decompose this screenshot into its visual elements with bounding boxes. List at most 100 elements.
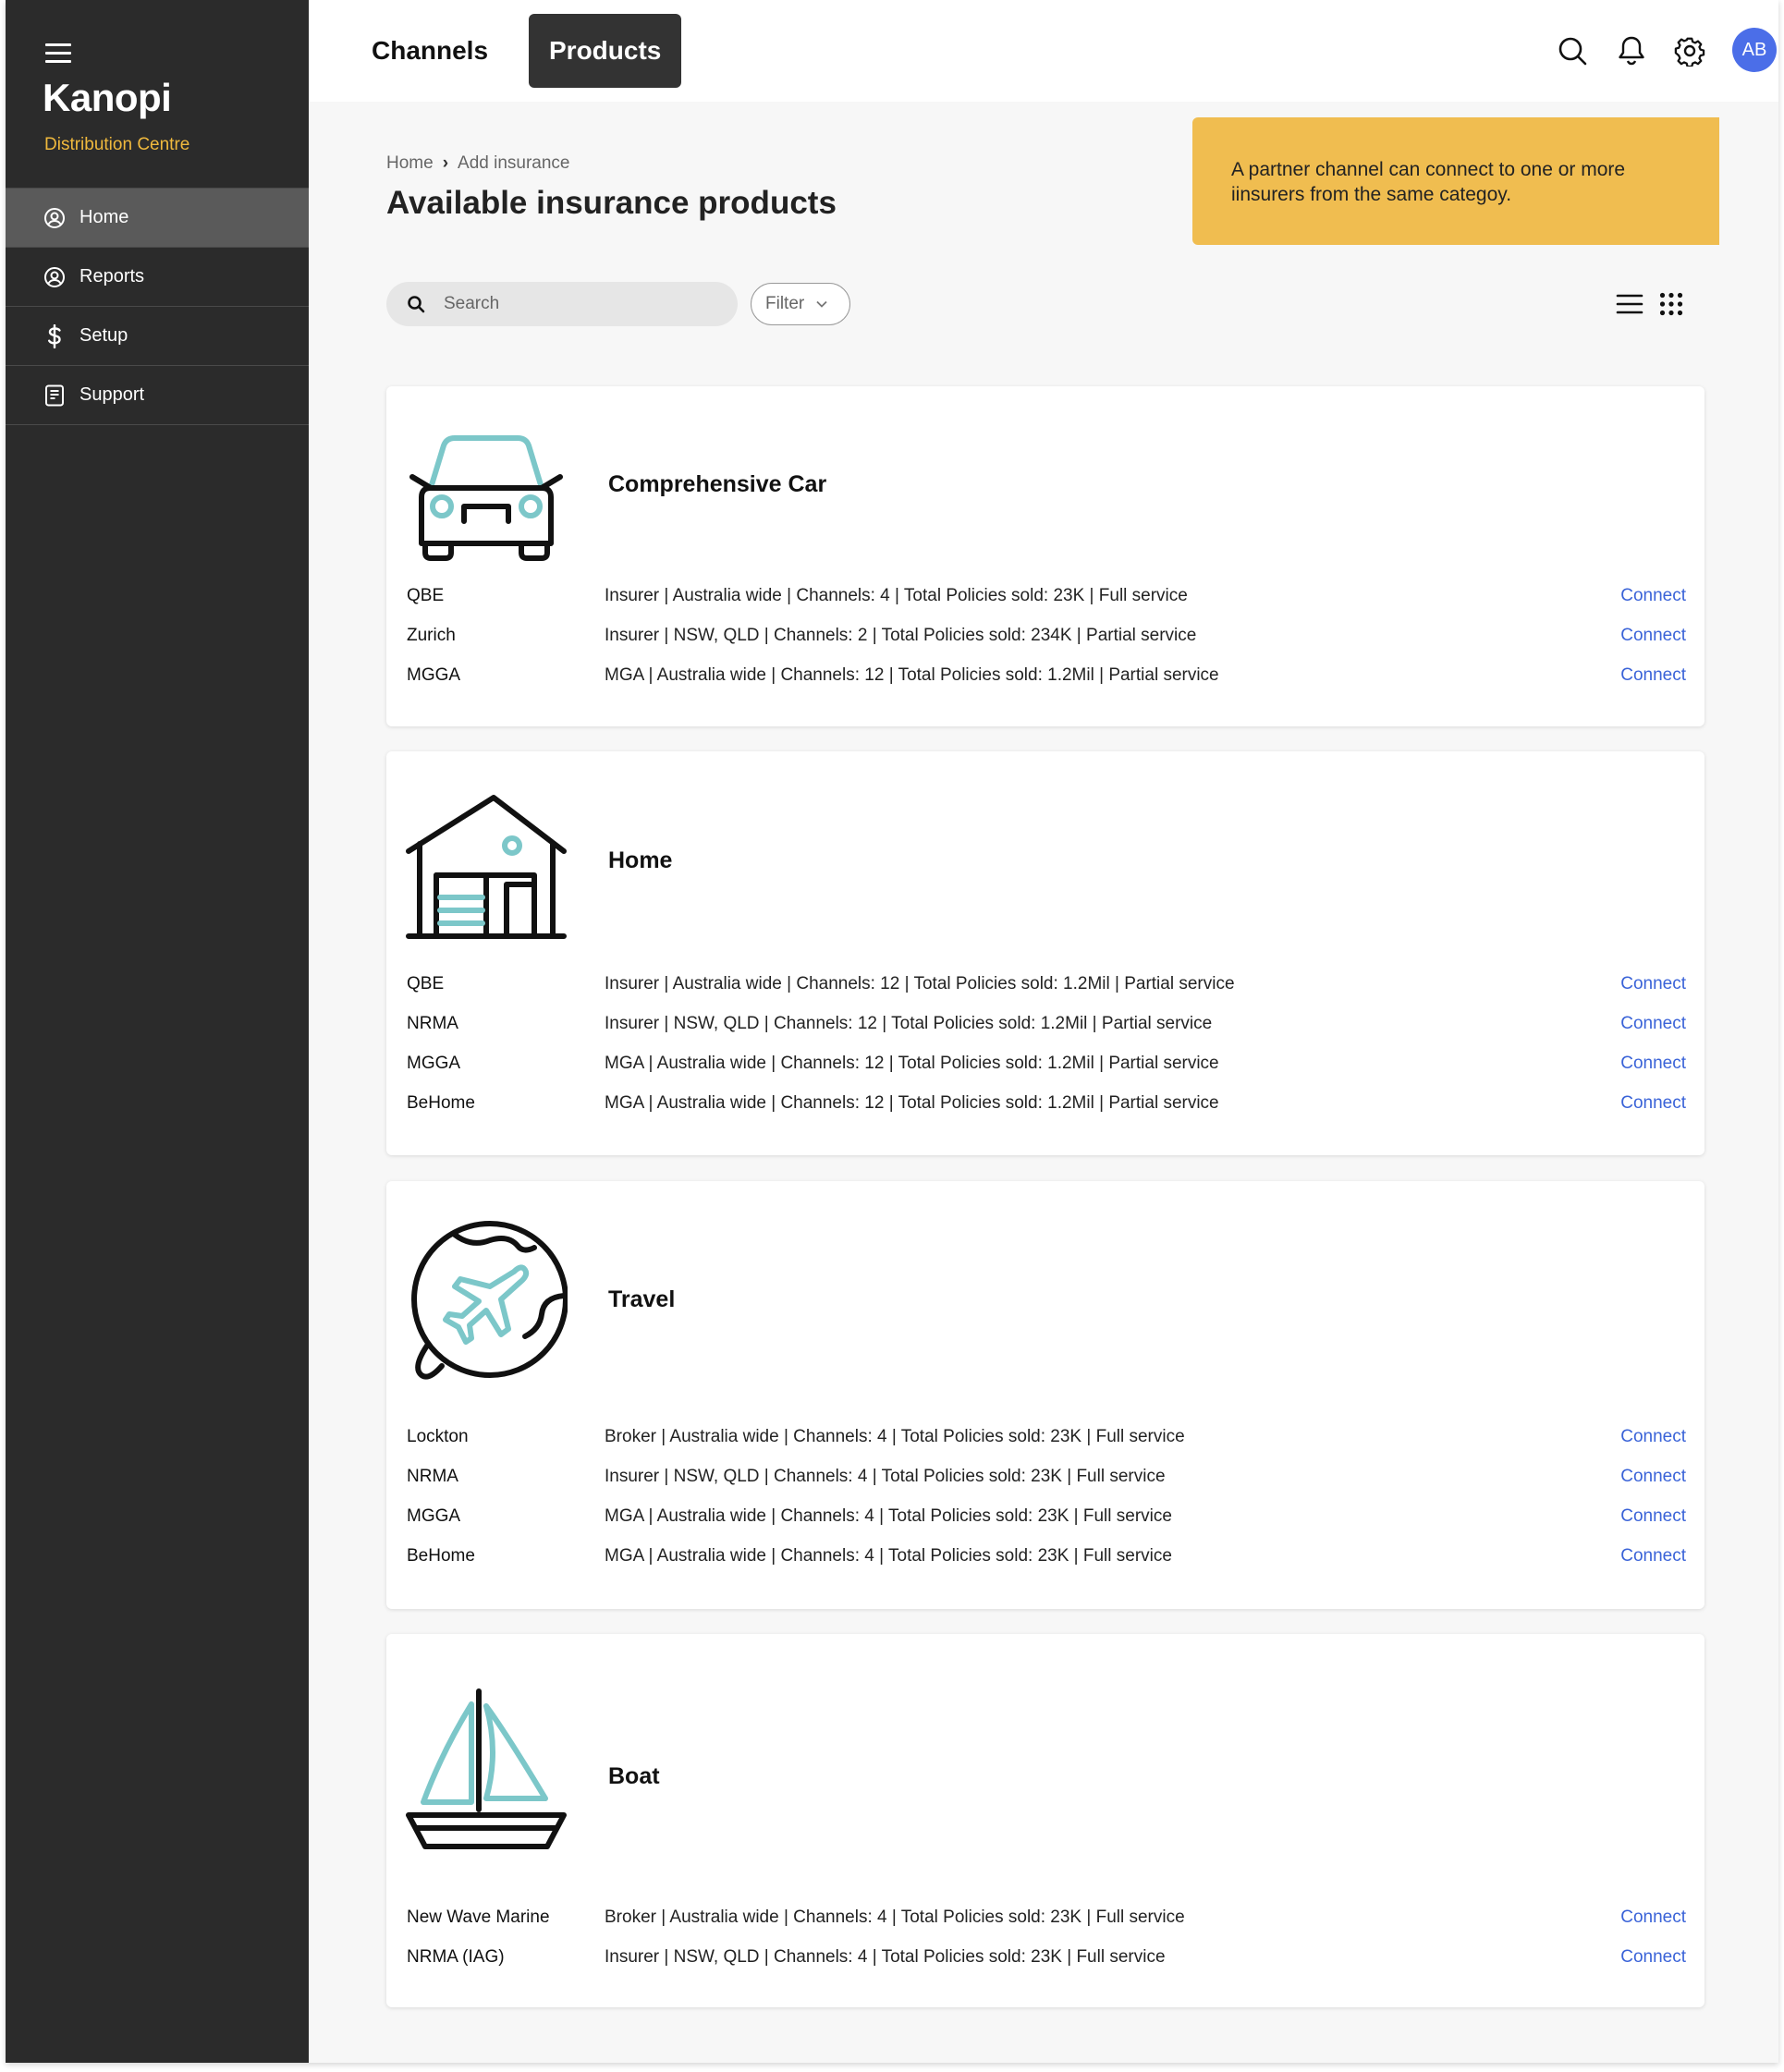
tab-channels[interactable]: Channels bbox=[359, 14, 501, 88]
gear-icon[interactable] bbox=[1674, 35, 1705, 67]
connect-link[interactable]: Connect bbox=[1620, 665, 1686, 686]
insurer-name: NRMA bbox=[407, 1467, 458, 1486]
table-row: QBE Insurer | Australia wide | Channels:… bbox=[407, 577, 1686, 616]
search-icon bbox=[408, 296, 425, 313]
connect-link[interactable]: Connect bbox=[1620, 1947, 1686, 1968]
insurer-details: Insurer | NSW, QLD | Channels: 4 | Total… bbox=[605, 1947, 1166, 1967]
sailboat-icon bbox=[406, 1688, 567, 1849]
sidebar-item-label: Home bbox=[79, 207, 129, 227]
insurer-name: BeHome bbox=[407, 1093, 475, 1113]
breadcrumb-home-link[interactable]: Home bbox=[386, 153, 434, 174]
table-row: Zurich Insurer | NSW, QLD | Channels: 2 … bbox=[407, 616, 1686, 655]
user-circle-icon bbox=[43, 206, 67, 230]
insurer-name: NRMA bbox=[407, 1014, 458, 1033]
insurer-details: Broker | Australia wide | Channels: 4 | … bbox=[605, 1427, 1185, 1446]
insurer-name: BeHome bbox=[407, 1546, 475, 1566]
sidebar-item-label: Reports bbox=[79, 266, 145, 286]
sidebar-nav: Home Reports Setup Support bbox=[6, 188, 309, 425]
filter-dropdown[interactable]: Filter bbox=[751, 283, 850, 325]
menu-icon[interactable] bbox=[45, 43, 71, 64]
sidebar-item-label: Support bbox=[79, 384, 145, 405]
list-view-icon[interactable] bbox=[1616, 292, 1643, 316]
sidebar-item-reports[interactable]: Reports bbox=[6, 248, 309, 307]
insurer-details: MGA | Australia wide | Channels: 12 | To… bbox=[605, 665, 1219, 685]
insurer-details: Insurer | Australia wide | Channels: 12 … bbox=[605, 974, 1235, 993]
dollar-icon bbox=[43, 323, 67, 348]
insurer-details: Insurer | NSW, QLD | Channels: 4 | Total… bbox=[605, 1467, 1166, 1486]
house-icon bbox=[406, 795, 567, 939]
table-row: MGGA MGA | Australia wide | Channels: 12… bbox=[407, 656, 1686, 695]
table-row: Lockton Broker | Australia wide | Channe… bbox=[407, 1418, 1686, 1456]
globe-plane-icon bbox=[411, 1221, 568, 1380]
connect-link[interactable]: Connect bbox=[1620, 1427, 1686, 1447]
connect-link[interactable]: Connect bbox=[1620, 1506, 1686, 1527]
table-row: New Wave Marine Broker | Australia wide … bbox=[407, 1898, 1686, 1937]
product-card-home: Home QBE Insurer | Australia wide | Chan… bbox=[386, 751, 1705, 1155]
table-row: MGGA MGA | Australia wide | Channels: 12… bbox=[407, 1044, 1686, 1083]
connect-link[interactable]: Connect bbox=[1620, 1907, 1686, 1928]
top-bar: Channels Products AB bbox=[309, 0, 1778, 102]
chevron-right-icon: › bbox=[442, 153, 449, 173]
sidebar-item-support[interactable]: Support bbox=[6, 366, 309, 425]
sidebar-item-home[interactable]: Home bbox=[6, 189, 309, 248]
product-card-travel: Travel Lockton Broker | Australia wide |… bbox=[386, 1181, 1705, 1609]
tab-products[interactable]: Products bbox=[529, 14, 682, 88]
car-icon bbox=[409, 435, 563, 561]
insurer-name: MGGA bbox=[407, 1054, 461, 1073]
insurer-details: MGA | Australia wide | Channels: 12 | To… bbox=[605, 1054, 1219, 1073]
connect-link[interactable]: Connect bbox=[1620, 626, 1686, 646]
table-row: QBE Insurer | Australia wide | Channels:… bbox=[407, 965, 1686, 1004]
insurer-details: MGA | Australia wide | Channels: 4 | Tot… bbox=[605, 1546, 1172, 1566]
product-card-car: Comprehensive Car QBE Insurer | Australi… bbox=[386, 386, 1705, 726]
user-circle-icon bbox=[43, 265, 67, 289]
grid-view-icon[interactable] bbox=[1659, 292, 1683, 316]
info-callout: A partner channel can connect to one or … bbox=[1192, 117, 1719, 245]
breadcrumb: Home › Add insurance bbox=[386, 153, 569, 174]
breadcrumb-current: Add insurance bbox=[458, 153, 570, 173]
insurer-details: Insurer | NSW, QLD | Channels: 2 | Total… bbox=[605, 626, 1197, 645]
insurer-details: MGA | Australia wide | Channels: 12 | To… bbox=[605, 1093, 1219, 1113]
connect-link[interactable]: Connect bbox=[1620, 974, 1686, 994]
app-window: Kanopi Distribution Centre Home Reports … bbox=[6, 0, 1778, 2063]
connect-link[interactable]: Connect bbox=[1620, 1014, 1686, 1034]
filter-label: Filter bbox=[765, 294, 805, 313]
table-row: NRMA (IAG) Insurer | NSW, QLD | Channels… bbox=[407, 1938, 1686, 1977]
sidebar-item-setup[interactable]: Setup bbox=[6, 307, 309, 366]
table-row: BeHome MGA | Australia wide | Channels: … bbox=[407, 1084, 1686, 1123]
insurer-details: MGA | Australia wide | Channels: 4 | Tot… bbox=[605, 1506, 1172, 1526]
search-icon[interactable] bbox=[1557, 35, 1588, 67]
table-row: BeHome MGA | Australia wide | Channels: … bbox=[407, 1537, 1686, 1576]
insurer-name: QBE bbox=[407, 974, 445, 993]
sidebar: Kanopi Distribution Centre Home Reports … bbox=[6, 0, 309, 2063]
page-title: Available insurance products bbox=[386, 185, 837, 221]
brand-logo: Kanopi bbox=[43, 76, 172, 119]
search-input[interactable] bbox=[444, 294, 721, 314]
product-title: Comprehensive Car bbox=[608, 471, 827, 497]
table-row: NRMA Insurer | NSW, QLD | Channels: 4 | … bbox=[407, 1457, 1686, 1496]
document-icon bbox=[43, 384, 67, 408]
insurer-details: Broker | Australia wide | Channels: 4 | … bbox=[605, 1907, 1185, 1927]
insurer-name: QBE bbox=[407, 586, 445, 605]
brand-subtitle: Distribution Centre bbox=[44, 135, 190, 154]
bell-icon[interactable] bbox=[1616, 35, 1647, 67]
product-title: Travel bbox=[608, 1286, 676, 1312]
insurer-details: Insurer | Australia wide | Channels: 4 |… bbox=[605, 586, 1188, 605]
insurer-name: MGGA bbox=[407, 1506, 461, 1526]
product-title: Boat bbox=[608, 1763, 660, 1789]
chevron-down-icon bbox=[816, 300, 827, 308]
insurer-name: NRMA (IAG) bbox=[407, 1947, 505, 1967]
connect-link[interactable]: Connect bbox=[1620, 586, 1686, 606]
insurer-name: Zurich bbox=[407, 626, 456, 645]
connect-link[interactable]: Connect bbox=[1620, 1546, 1686, 1566]
insurer-name: New Wave Marine bbox=[407, 1907, 550, 1927]
insurer-name: MGGA bbox=[407, 665, 461, 685]
product-card-boat: Boat New Wave Marine Broker | Australia … bbox=[386, 1634, 1705, 2007]
insurer-details: Insurer | NSW, QLD | Channels: 12 | Tota… bbox=[605, 1014, 1213, 1033]
search-box bbox=[386, 282, 738, 326]
connect-link[interactable]: Connect bbox=[1620, 1093, 1686, 1114]
connect-link[interactable]: Connect bbox=[1620, 1467, 1686, 1487]
sidebar-item-label: Setup bbox=[79, 325, 128, 346]
avatar[interactable]: AB bbox=[1732, 28, 1777, 72]
connect-link[interactable]: Connect bbox=[1620, 1054, 1686, 1074]
table-row: MGGA MGA | Australia wide | Channels: 4 … bbox=[407, 1497, 1686, 1536]
